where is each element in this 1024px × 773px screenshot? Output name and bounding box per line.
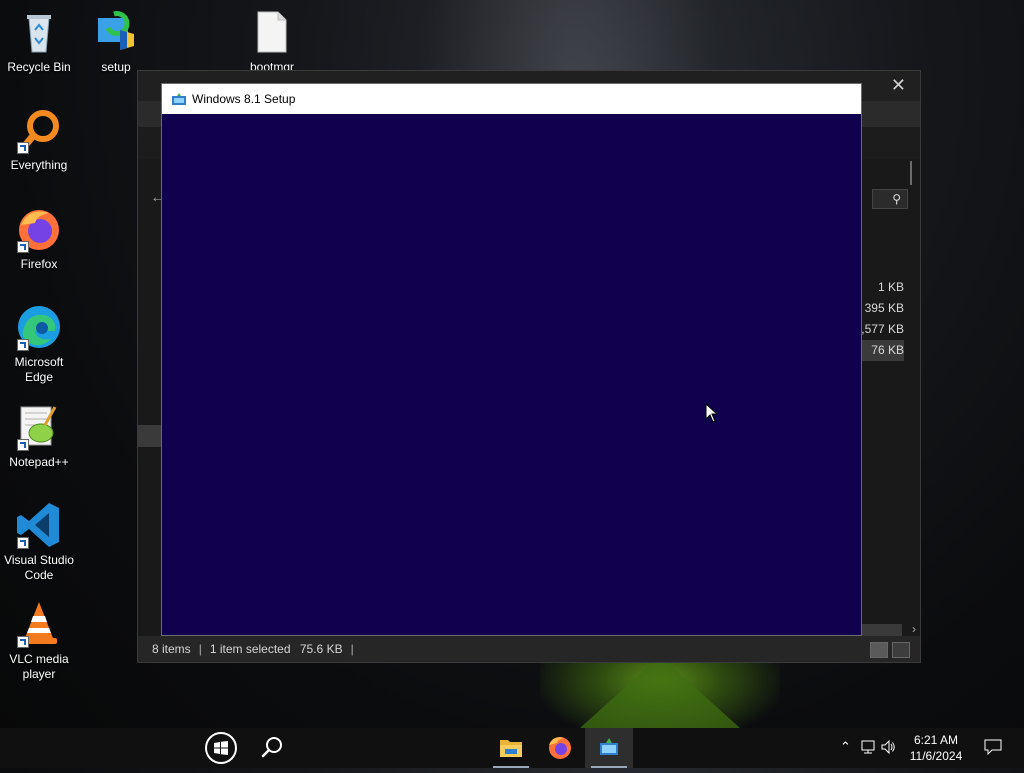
shortcut-arrow-icon [17, 439, 29, 451]
taskbar-firefox[interactable] [536, 728, 584, 768]
scroll-right-icon[interactable]: › [912, 622, 916, 636]
taskbar-file-explorer[interactable] [487, 728, 535, 768]
desktop-icon-everything[interactable]: Everything [1, 106, 77, 173]
notification-icon[interactable] [984, 739, 1002, 758]
firefox-icon [549, 737, 571, 759]
search-icon: ⚲ [892, 192, 901, 206]
search-input[interactable]: ⚲ [872, 189, 908, 209]
desktop-icon-label: Everything [10, 158, 68, 172]
desktop-icon-label: VLC media player [9, 652, 69, 681]
desktop-icon-firefox[interactable]: Firefox [1, 205, 77, 272]
desktop-icon-vlc[interactable]: VLC media player [1, 600, 77, 682]
desktop-icon-recycle-bin[interactable]: Recycle Bin [1, 8, 77, 75]
system-tray: ⌃ 6:21 AM 11/6/2024 [824, 728, 1024, 768]
setup-app-icon [172, 92, 186, 105]
desktop-icon-bootmgr[interactable]: bootmgr [234, 8, 310, 75]
desktop-icon-vscode[interactable]: Visual Studio Code [1, 501, 77, 583]
volume-icon[interactable] [880, 739, 896, 758]
shortcut-arrow-icon [17, 241, 29, 253]
everything-icon [15, 106, 63, 154]
setup-titlebar[interactable]: Windows 8.1 Setup [162, 84, 861, 114]
wallpaper-tent [580, 656, 740, 728]
setup-content-area[interactable] [162, 114, 861, 635]
shortcut-arrow-icon [17, 636, 29, 648]
selection-size: 75.6 KB [299, 642, 343, 656]
selection-count: 1 item selected [209, 642, 291, 656]
desktop-icon-edge[interactable]: Microsoft Edge [1, 303, 77, 385]
large-icons-view-button[interactable] [892, 642, 910, 658]
recycle-bin-icon [15, 8, 63, 56]
windows-setup-window[interactable]: Windows 8.1 Setup [161, 83, 862, 636]
desktop-icon-label: Recycle Bin [7, 60, 71, 74]
shortcut-arrow-icon [17, 142, 29, 154]
folder-icon [500, 740, 522, 757]
clock-date: 11/6/2024 [909, 749, 963, 763]
mouse-cursor-icon [705, 402, 719, 423]
vertical-scrollbar[interactable] [910, 161, 912, 185]
windows-logo-icon [205, 732, 237, 764]
chevron-up-icon[interactable]: ⌃ [840, 739, 851, 755]
shortcut-arrow-icon [17, 339, 29, 351]
taskbar: ⌃ 6:21 AM 11/6/2024 [0, 728, 1024, 768]
notepadpp-icon [15, 403, 63, 451]
item-count: 8 items [152, 642, 191, 656]
clock-time: 6:21 AM [913, 733, 959, 747]
search-button[interactable] [248, 728, 296, 768]
details-view-button[interactable] [870, 642, 888, 658]
vscode-icon [15, 501, 63, 549]
start-button[interactable] [197, 728, 245, 768]
desktop-icon-label: Visual Studio Code [4, 553, 74, 582]
vlc-icon [15, 600, 63, 648]
setup-app-icon [600, 738, 618, 755]
firefox-icon [15, 205, 63, 253]
desktop-icon-label: Microsoft Edge [14, 355, 64, 384]
file-icon [248, 8, 296, 56]
close-icon[interactable]: ✕ [891, 75, 906, 96]
edge-icon [15, 303, 63, 351]
desktop-icon-label: Notepad++ [9, 455, 69, 469]
setup-icon [92, 8, 140, 56]
desktop-icon-notepadpp[interactable]: Notepad++ [1, 403, 77, 470]
desktop-icon-setup[interactable]: setup [78, 8, 154, 75]
network-icon[interactable] [860, 739, 876, 758]
desktop-icon-label: Firefox [20, 257, 58, 271]
navigation-pane-item[interactable] [138, 425, 162, 447]
setup-window-title: Windows 8.1 Setup [192, 92, 296, 106]
clock[interactable]: 6:21 AM 11/6/2024 [906, 732, 966, 764]
taskbar-windows-setup[interactable] [585, 728, 633, 768]
explorer-status-bar: 8 items | 1 item selected 75.6 KB | [138, 636, 920, 662]
shortcut-arrow-icon [17, 537, 29, 549]
search-icon [261, 737, 282, 758]
